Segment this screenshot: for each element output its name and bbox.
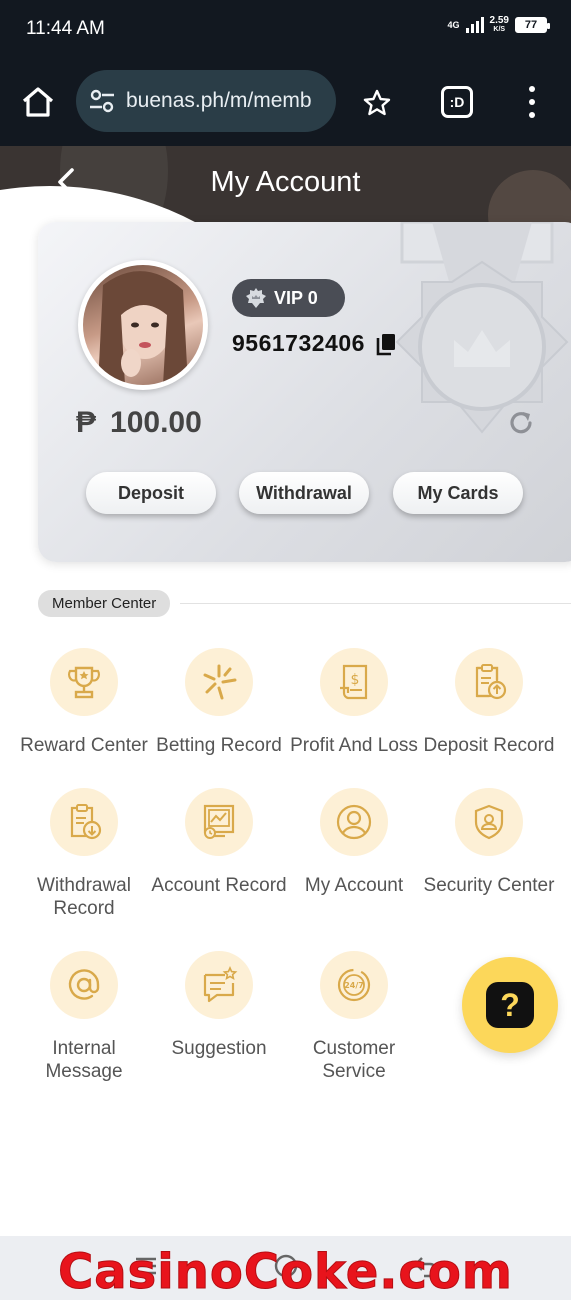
section-divider: [180, 603, 571, 604]
page-title: My Account: [210, 166, 361, 198]
grid-icon-circle: [455, 788, 523, 856]
grid-label: Security Center: [423, 875, 555, 896]
url-text[interactable]: buenas.ph/m/memb: [126, 89, 312, 113]
at-sign-icon: [68, 969, 100, 1000]
speed-unit: K/S: [493, 26, 506, 33]
clipboard-upload-icon: [475, 664, 507, 700]
browser-toolbar: buenas.ph/m/memb :D: [0, 58, 571, 146]
avatar-photo: [83, 265, 203, 385]
grid-icon-circle: 24/7: [320, 951, 388, 1019]
clipboard-download-icon: [70, 804, 102, 840]
grid-label: My Account: [304, 875, 404, 896]
grid-item-reward-center[interactable]: Reward Center: [16, 648, 152, 757]
svg-text:$: $: [351, 672, 360, 688]
grid-item-internal-message[interactable]: Internal Message: [16, 951, 152, 1083]
grid-label: Reward Center: [20, 735, 148, 756]
battery-icon: 77: [515, 17, 550, 33]
home-icon[interactable]: [20, 84, 56, 120]
copy-icon[interactable]: [375, 332, 397, 356]
member-center-title: Member Center: [38, 590, 171, 617]
grid-label: Profit And Loss: [290, 735, 418, 756]
status-time: 11:44 AM: [26, 18, 105, 39]
balance-row: ₱ 100.00: [76, 406, 202, 440]
balance-amount: 100.00: [110, 406, 202, 439]
shield-user-icon: [474, 804, 504, 840]
vip-badge[interactable]: VIP 0: [232, 279, 345, 317]
sparkle-icon: [203, 664, 237, 700]
user-id-row: 9561732406: [232, 330, 397, 357]
grid-icon-circle: [50, 648, 118, 716]
grid-label: Suggestion: [171, 1038, 267, 1059]
tune-icon[interactable]: [88, 87, 116, 115]
grid-label: Deposit Record: [423, 735, 555, 756]
grid-item-deposit-record[interactable]: Deposit Record: [421, 648, 557, 757]
grid-item-my-account[interactable]: My Account: [286, 788, 422, 897]
grid-icon-circle: [50, 951, 118, 1019]
grid-label: Internal Message: [45, 1038, 123, 1082]
account-card: VIP 0 9561732406 ₱ 100.00 Deposit Withdr…: [38, 222, 571, 562]
my-cards-button[interactable]: My Cards: [393, 472, 523, 514]
grid-label: Withdrawal Record: [37, 875, 131, 919]
grid-label: Betting Record: [156, 735, 282, 756]
help-icon: ?: [486, 982, 534, 1028]
watermark-text: CasinoCoke.com: [58, 1244, 513, 1300]
message-star-icon: [203, 966, 238, 1003]
deposit-button[interactable]: Deposit: [86, 472, 216, 514]
grid-item-withdrawal-record[interactable]: Withdrawal Record: [16, 788, 152, 920]
grid-icon-circle: [185, 648, 253, 716]
vip-medal-icon: [395, 222, 569, 434]
user-id: 9561732406: [232, 330, 365, 356]
network-speed: 2.59 K/S: [490, 16, 509, 34]
more-vert-icon[interactable]: [526, 86, 538, 118]
trophy-icon: [67, 666, 101, 699]
monitor-chart-icon: [203, 804, 235, 839]
user-circle-icon: [336, 804, 372, 840]
grid-item-customer-service[interactable]: 24/7 Customer Service: [286, 951, 422, 1083]
grid-label: Customer Service: [312, 1038, 396, 1082]
currency-symbol: ₱: [76, 406, 97, 439]
avatar[interactable]: [78, 260, 208, 390]
url-bar[interactable]: buenas.ph/m/memb: [76, 70, 336, 132]
grid-item-security-center[interactable]: Security Center: [421, 788, 557, 897]
status-indicators: 4G 2.59 K/S 77: [447, 16, 550, 34]
grid-icon-circle: [455, 648, 523, 716]
tab-switcher-icon[interactable]: :D: [441, 86, 473, 118]
grid-icon-circle: [185, 951, 253, 1019]
grid-item-betting-record[interactable]: Betting Record: [151, 648, 287, 757]
grid-item-account-record[interactable]: Account Record: [151, 788, 287, 897]
grid-item-profit-and-loss[interactable]: $ Profit And Loss: [286, 648, 422, 757]
grid-icon-circle: [50, 788, 118, 856]
vip-label: VIP 0: [274, 287, 318, 308]
svg-text:24/7: 24/7: [344, 981, 364, 990]
support-24-7-icon: 24/7: [337, 968, 371, 1002]
vip-crown-icon: [246, 288, 266, 308]
network-type: 4G: [447, 19, 460, 30]
withdrawal-button[interactable]: Withdrawal: [239, 472, 369, 514]
grid-label: Account Record: [151, 875, 287, 896]
receipt-dollar-icon: $: [340, 664, 368, 700]
battery-level: 77: [524, 19, 538, 31]
grid-icon-circle: $: [320, 648, 388, 716]
grid-item-suggestion[interactable]: Suggestion: [151, 951, 287, 1060]
grid-icon-circle: [320, 788, 388, 856]
grid-icon-circle: [185, 788, 253, 856]
star-icon[interactable]: [362, 88, 392, 118]
signal-icon: [465, 17, 484, 33]
status-bar: 11:44 AM 4G 2.59 K/S 77: [0, 0, 571, 58]
refresh-icon[interactable]: [506, 408, 536, 438]
help-button[interactable]: ?: [462, 957, 558, 1053]
